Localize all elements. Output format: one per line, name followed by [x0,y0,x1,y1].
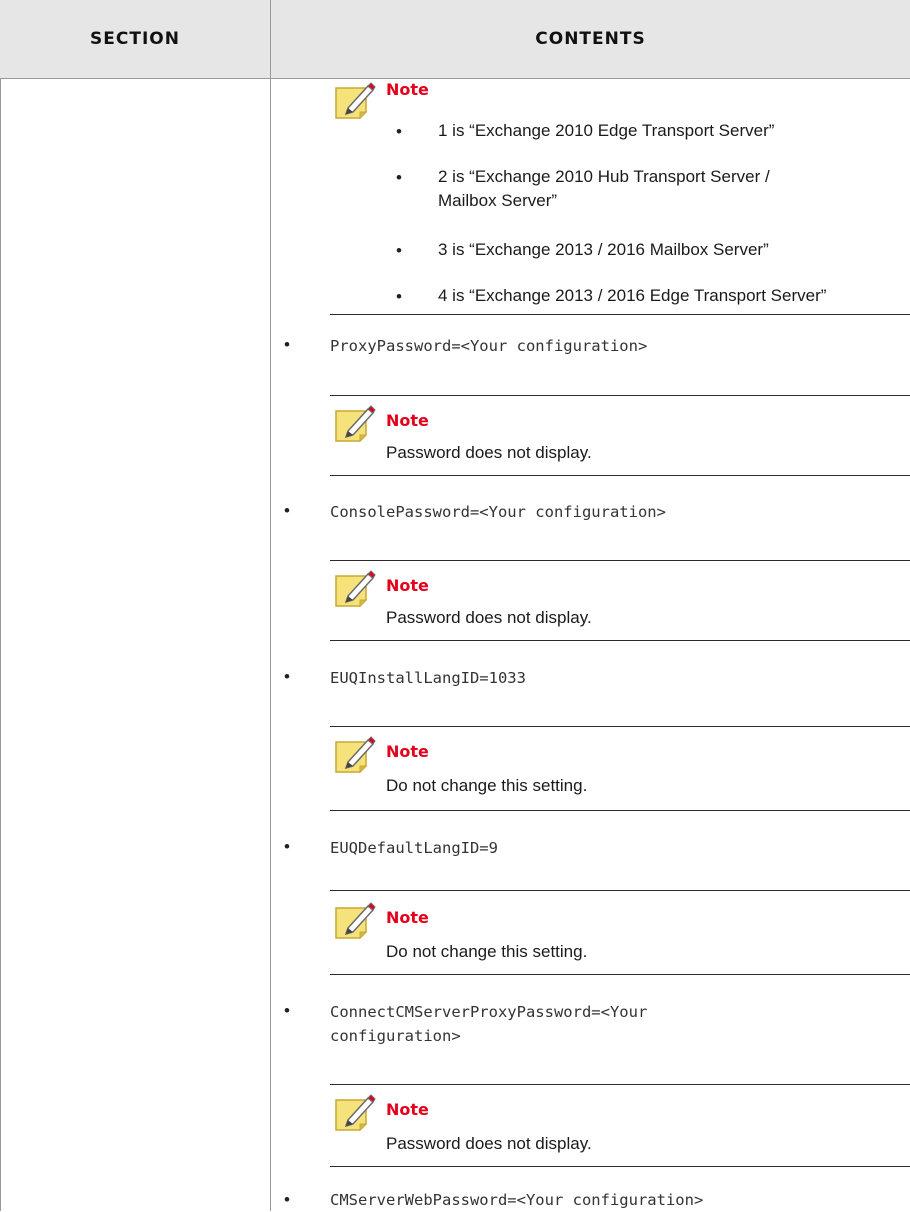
list-bullet: • [284,667,290,686]
list-item: 3 is “Exchange 2013 / 2016 Mailbox Serve… [438,240,769,259]
list-bullet: • [284,335,290,354]
column-header-contents: CONTENTS [535,29,646,49]
note-text: Password does not display. [386,443,592,462]
note-bottom-rule [330,810,910,811]
note-title: Note [386,80,429,99]
note-title: Note [386,411,429,430]
note-block: Note Password does not display. [330,1084,910,1167]
note-block: Note Do not change this setting. [330,890,910,975]
note-top-rule [330,395,910,396]
column-header-section: SECTION [90,29,180,49]
note-block: Note Password does not display. [330,395,910,476]
note-pencil-icon [335,736,376,774]
list-bullet: • [284,837,290,856]
list-item-continued: Mailbox Server” [438,191,558,210]
list-bullet: • [396,168,402,187]
list-item: 4 is “Exchange 2013 / 2016 Edge Transpor… [438,286,827,305]
note-title: Note [386,1100,429,1119]
settings-table: SECTION CONTENTS Note • 1 is “Exchange 2… [0,0,910,1211]
note-title: Note [386,742,429,761]
note-top-rule [330,726,910,727]
note-top-rule [330,1084,910,1085]
list-bullet: • [396,241,402,260]
list-bullet: • [284,501,290,520]
note-pencil-icon [335,405,376,443]
setting-code: ConsolePassword=<Your configuration> [330,503,666,521]
note-pencil-icon [335,570,376,608]
note-block: Note Do not change this setting. [330,726,910,811]
list-item: 2 is “Exchange 2010 Hub Transport Server… [438,167,770,186]
setting-code: EUQDefaultLangID=9 [330,839,498,857]
note-bottom-rule [330,314,910,315]
note-pencil-icon [335,1094,376,1132]
list-item: 1 is “Exchange 2010 Edge Transport Serve… [438,121,775,140]
table-border [0,0,1,1211]
list-bullet: • [396,287,402,306]
note-top-rule [330,560,910,561]
note-text: Password does not display. [386,608,592,627]
note-bottom-rule [330,640,910,641]
list-bullet: • [396,122,402,141]
table-header: SECTION CONTENTS [0,0,910,79]
note-text: Do not change this setting. [386,942,588,961]
note-text: Password does not display. [386,1134,592,1153]
column-divider [270,78,271,1211]
note-pencil-icon [335,82,376,120]
note-pencil-icon [335,902,376,940]
note-bottom-rule [330,475,910,476]
note-top-rule [330,890,910,891]
note-bottom-rule [330,974,910,975]
note-block: Note • 1 is “Exchange 2010 Edge Transpor… [330,78,910,315]
note-title: Note [386,908,429,927]
list-bullet: • [284,1190,290,1209]
note-bottom-rule [330,1166,910,1167]
list-bullet: • [284,1001,290,1020]
setting-code: ProxyPassword=<Your configuration> [330,337,648,355]
note-text: Do not change this setting. [386,776,588,795]
note-block: Note Password does not display. [330,560,910,641]
note-title: Note [386,576,429,595]
setting-code: EUQInstallLangID=1033 [330,669,526,687]
setting-code: ConnectCMServerProxyPassword=<Your confi… [330,1003,648,1045]
setting-code: CMServerWebPassword=<Your configuration> [330,1191,704,1209]
